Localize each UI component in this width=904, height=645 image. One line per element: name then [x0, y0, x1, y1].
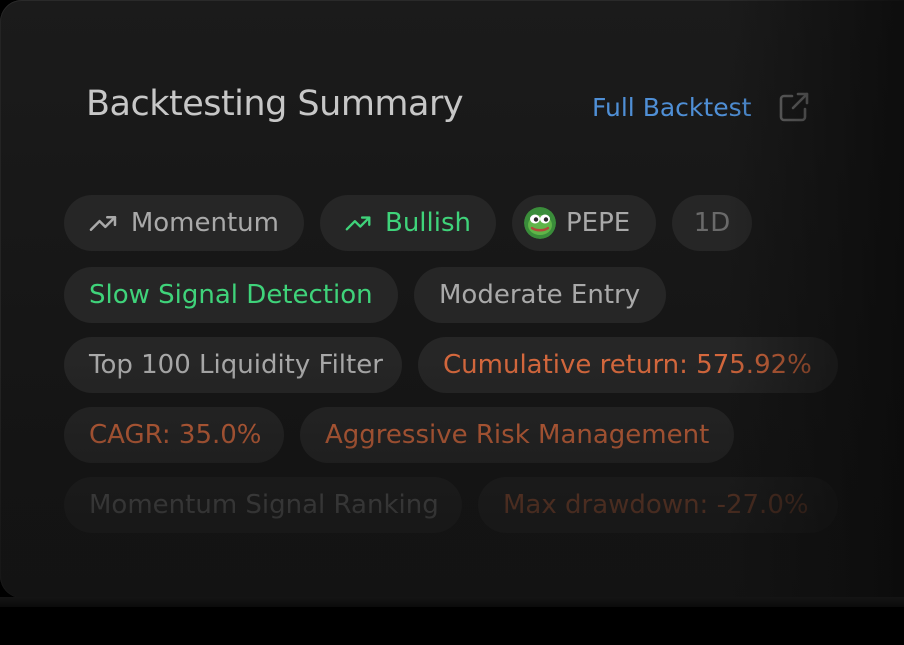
tag-bullish: Bullish	[320, 195, 496, 251]
full-backtest-label: Full Backtest	[592, 92, 752, 122]
full-backtest-link[interactable]: Full Backtest	[592, 90, 811, 124]
tag-cumulative-return-label: Cumulative return: 575.92%	[443, 350, 812, 380]
tag-pepe: PEPE	[512, 195, 656, 251]
tag-risk-management-label: Aggressive Risk Management	[325, 420, 710, 450]
tag-bullish-label: Bullish	[384, 208, 471, 238]
tag-cagr-label: CAGR: 35.0%	[89, 420, 262, 450]
tag-moderate-entry: Moderate Entry	[414, 267, 666, 323]
tag-signal-ranking: Momentum Signal Ranking	[64, 477, 462, 533]
tag-cumulative-return: Cumulative return: 575.92%	[418, 337, 838, 393]
tag-momentum: Momentum	[64, 195, 304, 251]
external-link-icon	[780, 92, 809, 122]
tag-timeframe: 1D	[672, 195, 752, 251]
tag-liquidity-filter-label: Top 100 Liquidity Filter	[89, 350, 383, 380]
tag-moderate-entry-label: Moderate Entry	[439, 280, 641, 310]
trending-up-icon	[345, 216, 371, 231]
tag-momentum-label: Momentum	[130, 208, 279, 238]
tag-risk-management: Aggressive Risk Management	[300, 407, 734, 463]
tag-slow-signal-detection-label: Slow Signal Detection	[89, 280, 373, 310]
screen: Backtesting Summary Full Backtest Moment…	[0, 0, 904, 645]
tag-max-drawdown: Max drawdown: -27.0%	[478, 477, 838, 533]
tag-liquidity-filter: Top 100 Liquidity Filter	[64, 337, 402, 393]
card-title: Backtesting Summary	[86, 84, 464, 124]
tag-pepe-label: PEPE	[566, 208, 631, 238]
tag-max-drawdown-label: Max drawdown: -27.0%	[503, 490, 809, 520]
tag-cagr: CAGR: 35.0%	[64, 407, 284, 463]
pepe-token-icon	[524, 207, 556, 239]
tag-timeframe-label: 1D	[693, 208, 731, 238]
card-shadow-edge	[0, 597, 904, 607]
trending-up-icon	[89, 215, 117, 231]
tag-slow-signal-detection: Slow Signal Detection	[64, 267, 398, 323]
tag-signal-ranking-label: Momentum Signal Ranking	[89, 490, 439, 520]
backtesting-summary-card: Backtesting Summary Full Backtest Moment…	[0, 0, 904, 598]
